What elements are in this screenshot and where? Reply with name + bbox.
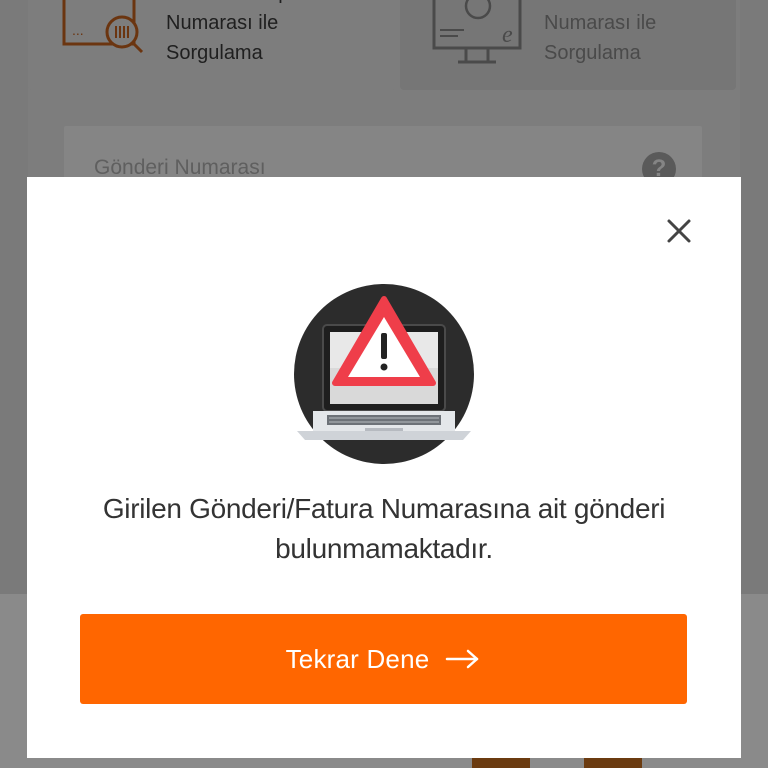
- barcode-search-icon: ...: [62, 0, 144, 54]
- arrow-right-icon: [446, 649, 479, 669]
- tab-tracking-number[interactable]: ... Gönderi/Takip Numarası ile Sorgulama: [28, 0, 396, 90]
- error-message: Girilen Gönderi/Fatura Numarasına ait gö…: [102, 493, 666, 564]
- laptop-warning-icon: [294, 284, 474, 464]
- ecommerce-monitor-icon: e: [432, 0, 522, 64]
- close-icon[interactable]: [663, 215, 695, 247]
- retry-button-label: Tekrar Dene: [285, 643, 430, 674]
- svg-text:e: e: [502, 22, 513, 48]
- tab-invoice-number[interactable]: e Fatura Numarası ile Sorgulama: [400, 0, 736, 90]
- tab-label: Gönderi/Takip Numarası ile Sorgulama: [166, 0, 289, 64]
- error-dialog: Girilen Gönderi/Fatura Numarasına ait gö…: [27, 177, 741, 758]
- retry-button[interactable]: Tekrar Dene: [80, 614, 687, 704]
- tab-label: Fatura Numarası ile Sorgulama: [544, 0, 657, 64]
- svg-text:...: ...: [72, 22, 84, 38]
